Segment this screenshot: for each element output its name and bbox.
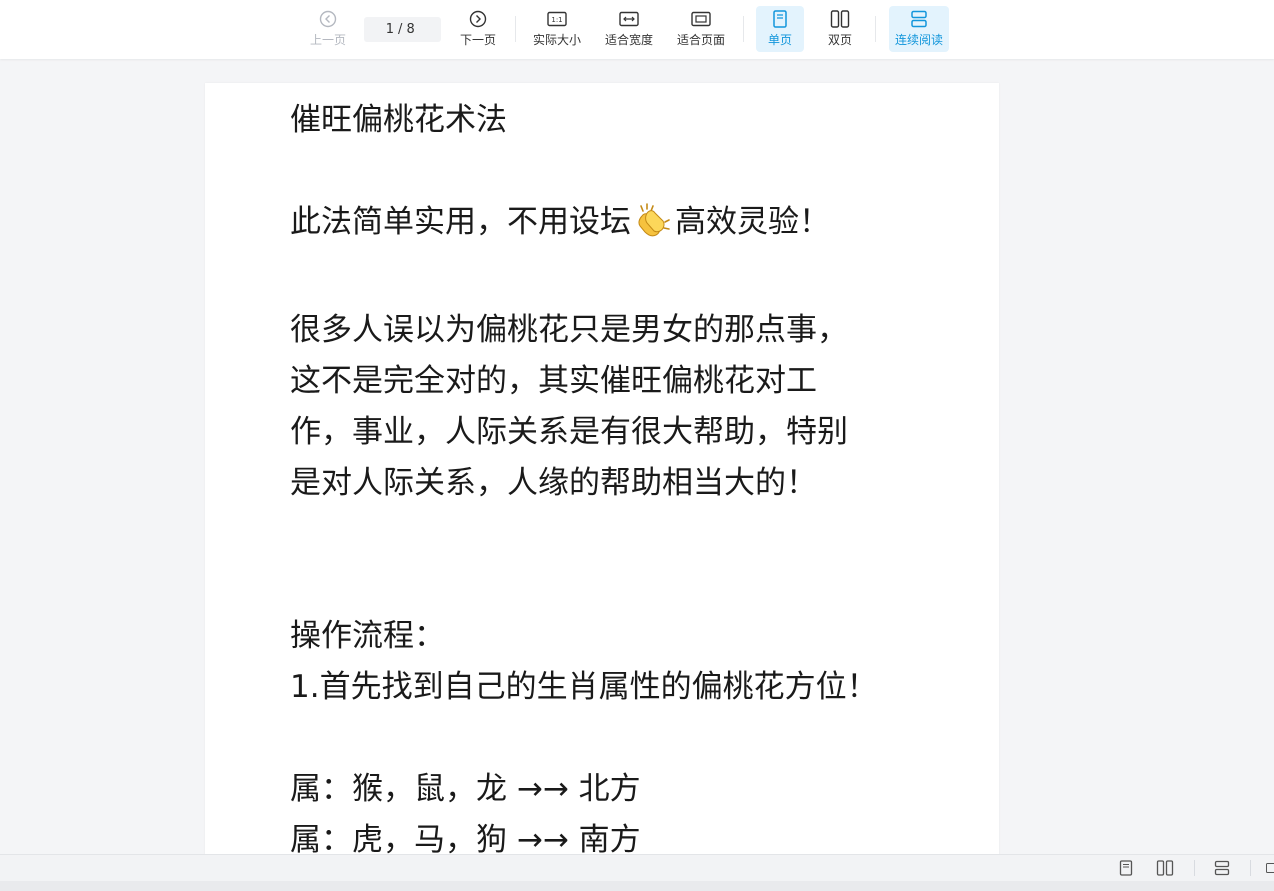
status-divider [1194,860,1195,876]
window-bottom-edge [0,881,1274,891]
clapping-hands-icon [635,202,671,254]
next-page-label: 下一页 [459,33,496,47]
fit-page-button[interactable]: 适合页面 [674,6,728,52]
paragraph-line: 作，事业，人际关系是有很大帮助，特别 [290,414,848,450]
process-heading: 操作流程： [290,618,445,654]
intro-text-end: 高效灵验！ [675,204,830,240]
zodiac-line: 属：虎，马，狗 →→ 南方 [290,822,641,854]
continuous-reading-button[interactable]: 连续阅读 [889,6,949,52]
single-page-icon[interactable] [1117,859,1135,877]
continuous-reading-icon[interactable] [1213,859,1231,877]
intro-text-start: 此法简单实用，不用设坛 [290,204,631,240]
double-page-icon[interactable] [1156,859,1174,877]
toolbar-divider [875,16,876,42]
chevron-left-circle-icon [317,8,339,30]
single-page-button[interactable]: 单页 [756,6,804,52]
double-page-button[interactable]: 双页 [816,6,864,52]
fit-page-icon [690,8,712,30]
continuous-reading-icon [908,8,930,30]
single-page-icon [769,8,791,30]
chevron-right-circle-icon [467,8,489,30]
page-total: / 8 [398,22,415,37]
step-line: 1.首先找到自己的生肖属性的偏桃花方位！ [290,669,878,705]
actual-size-label: 实际大小 [532,33,581,47]
page-indicator: / 8 [364,17,441,42]
paragraph-line: 这不是完全对的，其实催旺偏桃花对工 [290,363,817,399]
prev-page-button[interactable]: 上一页 [306,6,350,52]
status-bar [0,854,1274,881]
paragraph-line: 是对人际关系，人缘的帮助相当大的！ [290,465,817,501]
continuous-reading-label: 连续阅读 [894,33,943,47]
document-page: 催旺偏桃花术法 此法简单实用，不用设坛 高效灵验！ 很多人误以为偏桃花只是男女的… [205,83,999,854]
actual-size-button[interactable]: 1:1 实际大小 [530,6,584,52]
zodiac-line: 属：猴，鼠，龙 →→ 北方 [290,771,641,807]
fit-page-icon[interactable] [1262,859,1274,877]
actual-size-icon: 1:1 [546,8,568,30]
single-page-label: 单页 [767,33,792,47]
document-viewport[interactable]: 催旺偏桃花术法 此法简单实用，不用设坛 高效灵验！ 很多人误以为偏桃花只是男女的… [0,59,1274,854]
double-page-icon [829,8,851,30]
status-divider [1250,860,1251,876]
page-number-input[interactable] [364,22,394,37]
toolbar-divider [515,16,516,42]
fit-width-button[interactable]: 适合宽度 [602,6,656,52]
svg-text:1:1: 1:1 [551,16,562,24]
fit-width-label: 适合宽度 [604,33,653,47]
intro-line: 此法简单实用，不用设坛 高效灵验！ [290,197,910,254]
paragraph-line: 很多人误以为偏桃花只是男女的那点事， [290,312,848,348]
toolbar-divider [743,16,744,42]
viewer-toolbar: 上一页 / 8 下一页 1:1 实际大小 适合宽度 适合页面 单页 [0,0,1274,59]
prev-page-label: 上一页 [309,33,346,47]
fit-page-label: 适合页面 [676,33,725,47]
document-title: 催旺偏桃花术法 [290,102,507,138]
fit-width-icon [618,8,640,30]
page-content: 催旺偏桃花术法 此法简单实用，不用设坛 高效灵验！ 很多人误以为偏桃花只是男女的… [290,83,910,854]
next-page-button[interactable]: 下一页 [456,6,500,52]
double-page-label: 双页 [827,33,852,47]
